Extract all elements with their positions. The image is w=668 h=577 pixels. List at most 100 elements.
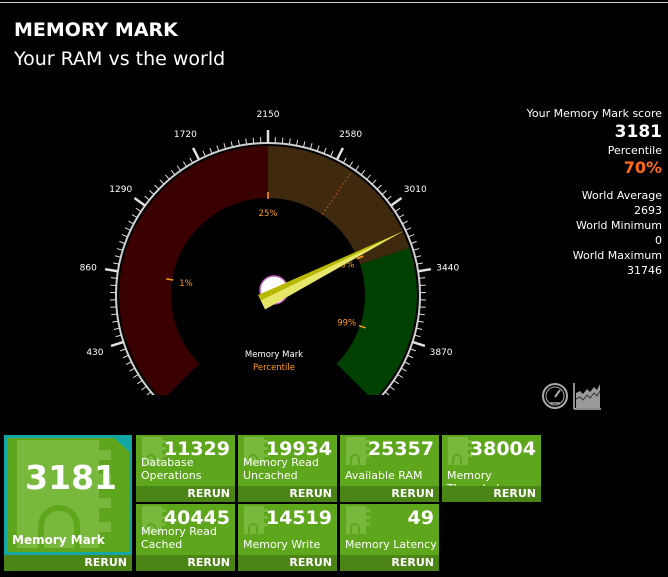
gauge-minor-tick bbox=[384, 391, 390, 395]
gauge-minor-tick bbox=[115, 334, 122, 338]
rerun-button[interactable]: RERUN bbox=[4, 555, 132, 571]
gauge-minor-tick bbox=[133, 373, 139, 378]
gauge-minor-tick bbox=[410, 348, 416, 352]
gauge-minor-tick bbox=[137, 380, 143, 385]
percentile-marker-label: 25% bbox=[259, 209, 278, 219]
score-value: 3181 bbox=[614, 122, 662, 142]
gauge-minor-tick bbox=[237, 139, 241, 146]
gauge-minor-tick bbox=[182, 161, 187, 167]
page-subtitle: Your RAM vs the world bbox=[14, 48, 226, 70]
gauge-minor-tick bbox=[342, 157, 347, 164]
gauge-tick-label: 3440 bbox=[436, 264, 459, 274]
gauge-major-tick bbox=[110, 340, 124, 348]
gauge-minor-tick bbox=[354, 165, 360, 171]
gauge-minor-tick bbox=[393, 380, 399, 385]
gauge-tick-label: 3010 bbox=[404, 185, 427, 195]
gauge-major-tick bbox=[412, 340, 426, 348]
tile-label-line2: Memory Latency bbox=[345, 538, 437, 551]
gauge-minor-tick bbox=[129, 367, 136, 372]
gauge-minor-tick bbox=[416, 262, 423, 265]
gauge-minor-tick bbox=[398, 214, 405, 219]
rerun-button[interactable]: RERUN bbox=[442, 486, 541, 502]
percentile-marker-label: 1% bbox=[179, 279, 193, 289]
gauge-minor-tick bbox=[209, 147, 213, 154]
gauge-minor-tick bbox=[122, 354, 129, 359]
gauge-minor-tick bbox=[230, 141, 234, 148]
rerun-button[interactable]: RERUN bbox=[340, 555, 439, 571]
tile-memory-read-uncached[interactable]: 19934 Memory Read Uncached RERUN bbox=[238, 435, 337, 502]
tile-memory-read-cached[interactable]: 40445 Memory Read Cached RERUN bbox=[136, 504, 235, 571]
gauge-tick-label: 2150 bbox=[257, 110, 280, 120]
rerun-button[interactable]: RERUN bbox=[238, 555, 337, 571]
tile-memory-latency[interactable]: 49 Memory Latency RERUN bbox=[340, 504, 439, 571]
gauge-minor-tick bbox=[216, 145, 220, 152]
tile-available-ram[interactable]: 25357 Available RAM RERUN bbox=[340, 435, 439, 502]
rerun-button[interactable]: RERUN bbox=[136, 555, 235, 571]
gauge-minor-tick bbox=[120, 348, 126, 352]
gauge-tick-label: 860 bbox=[80, 264, 97, 274]
gauge-minor-tick bbox=[410, 241, 417, 244]
gauge-tick-label: 1290 bbox=[109, 185, 132, 195]
gauge-minor-tick bbox=[135, 207, 142, 212]
tile-value: 14519 bbox=[265, 507, 332, 529]
gauge-major-tick bbox=[191, 147, 201, 161]
gauge-minor-tick bbox=[416, 327, 423, 330]
gauge-minor-tick bbox=[124, 227, 131, 231]
gauge-major-tick bbox=[417, 267, 432, 273]
gauge-tick-label: 3870 bbox=[430, 348, 453, 358]
gauge-minor-tick bbox=[189, 157, 194, 164]
top-divider bbox=[0, 2, 668, 3]
tile-label-line2: Operations bbox=[141, 469, 202, 482]
tile-label-line2: Memory Write bbox=[243, 538, 321, 551]
gauge-minor-tick bbox=[360, 169, 366, 176]
gauge-minor-tick bbox=[309, 143, 313, 150]
world-average-value: 2693 bbox=[634, 204, 662, 217]
gauge-minor-tick bbox=[295, 139, 299, 146]
gauge-minor-tick bbox=[408, 234, 415, 238]
gauge-major-tick bbox=[335, 147, 345, 161]
gauge-minor-tick bbox=[170, 169, 176, 176]
rerun-button[interactable]: RERUN bbox=[136, 486, 235, 502]
world-maximum-value: 31746 bbox=[627, 264, 662, 277]
gauge-minor-tick bbox=[404, 361, 411, 365]
gauge-minor-tick bbox=[407, 354, 414, 359]
score-panel: Your Memory Mark score 3181 Percentile 7… bbox=[527, 106, 662, 278]
gauge-minor-tick bbox=[316, 145, 320, 152]
tile-memory-threaded[interactable]: 38004Memory ThreadedRERUN bbox=[442, 435, 541, 502]
area-chart-icon[interactable] bbox=[573, 383, 601, 410]
gauge-minor-tick bbox=[302, 141, 306, 148]
gauge-minor-tick bbox=[386, 195, 392, 201]
gauge-minor-tick bbox=[252, 137, 255, 144]
gauge-tick-label: 2580 bbox=[339, 130, 362, 140]
tile-label-line2: Uncached bbox=[243, 469, 298, 482]
tile-database-operations[interactable]: 11329 Database Operations RERUN bbox=[136, 435, 235, 502]
gauge-minor-tick bbox=[114, 255, 121, 258]
gauge-minor-tick bbox=[366, 174, 371, 180]
gauge-minor-tick bbox=[110, 277, 117, 279]
tile-value: 49 bbox=[407, 507, 434, 529]
gauge-band-1 bbox=[268, 146, 410, 265]
gauge-minor-tick bbox=[371, 179, 377, 185]
gauge-tick-label: 430 bbox=[86, 348, 103, 358]
gauge-minor-tick bbox=[165, 174, 170, 180]
gauge-minor-tick bbox=[119, 241, 126, 244]
tile-label-line1: Memory Read bbox=[243, 456, 319, 469]
tile-label-line2: Cached bbox=[141, 538, 183, 551]
rerun-button[interactable]: RERUN bbox=[340, 486, 439, 502]
percentile-value: 70% bbox=[623, 158, 662, 177]
percentile-label: Percentile bbox=[607, 144, 662, 157]
gauge-minor-tick bbox=[128, 220, 134, 225]
gauge-minor-tick bbox=[414, 334, 421, 338]
gauge-center-sublabel: Percentile bbox=[253, 363, 295, 373]
rerun-button[interactable]: RERUN bbox=[238, 486, 337, 502]
percentile-marker-label: 99% bbox=[337, 319, 356, 329]
gauge-minor-tick bbox=[159, 179, 165, 185]
gauge-minor-tick bbox=[144, 195, 150, 201]
gauge-minor-tick bbox=[349, 161, 354, 167]
world-minimum-value: 0 bbox=[655, 234, 662, 247]
gauge-minor-tick bbox=[113, 262, 120, 265]
speedometer-icon[interactable] bbox=[542, 383, 568, 409]
tile-memory-write[interactable]: 14519 Memory Write RERUN bbox=[238, 504, 337, 571]
memory-mark-tile[interactable]: 3181 Memory Mark RERUN bbox=[4, 435, 132, 571]
memory-mark-gauge: 0430860129017202150258030103440387043001… bbox=[80, 110, 459, 395]
